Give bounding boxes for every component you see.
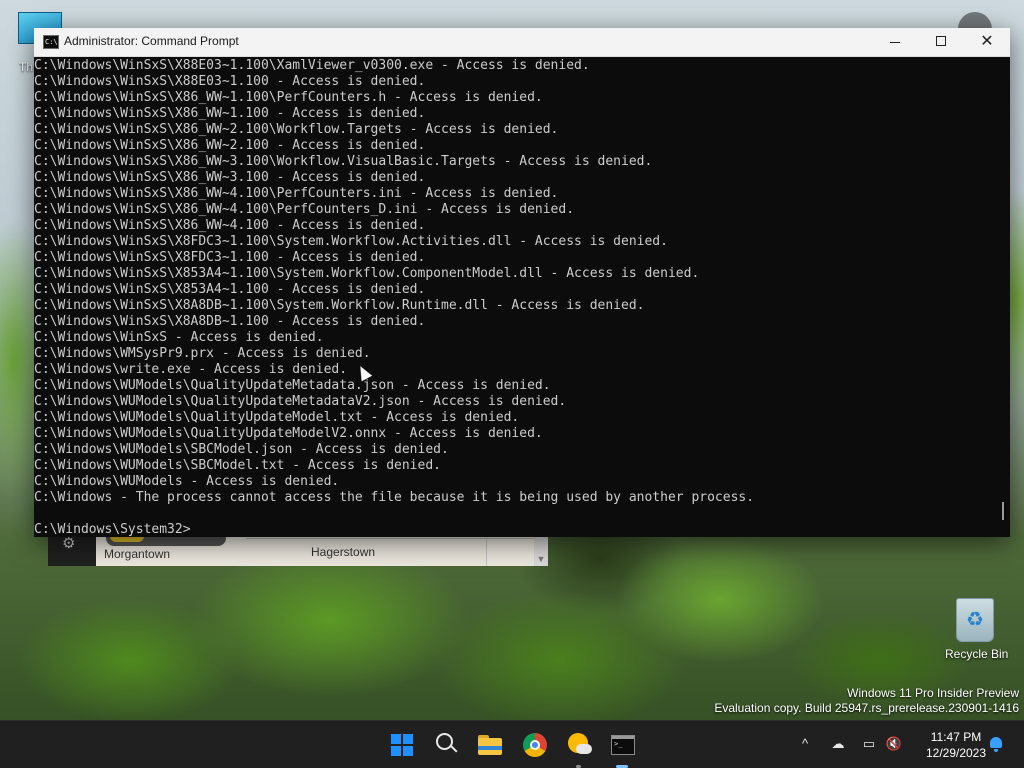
this-pc-label: Th — [19, 60, 34, 74]
chrome-button[interactable] — [517, 727, 553, 763]
console-line: C:\Windows\WinSxS\X86_WW~2.100 - Access … — [34, 138, 426, 153]
map-road — [486, 532, 487, 566]
background-window[interactable]: ⚙ Morgantown Hagerstown ▼ — [48, 532, 548, 566]
terminal-icon-prompt: >_ — [614, 740, 623, 748]
console-line: C:\Windows\WinSxS\X88E03~1.100\XamlViewe… — [34, 58, 590, 73]
console-line: C:\Windows\WinSxS\X8FDC3~1.100 - Access … — [34, 250, 426, 265]
console-line: C:\Windows\WinSxS\X8FDC3~1.100\System.Wo… — [34, 234, 668, 249]
minimize-icon — [890, 42, 900, 43]
search-button[interactable] — [428, 727, 464, 763]
clock-date: 12/29/2023 — [925, 746, 987, 760]
desktop: Th ⚙ Morgantown Hagerstown ▼ C:\ Adminis… — [0, 0, 1024, 768]
console-line: C:\Windows\WinSxS\X86_WW~2.100\Workflow.… — [34, 122, 559, 137]
start-icon — [391, 734, 413, 756]
map-road — [246, 538, 546, 539]
console-line: C:\Windows\WinSxS - Access is denied. — [34, 330, 324, 345]
map-view[interactable]: Morgantown Hagerstown ▼ — [96, 532, 548, 566]
title-bar[interactable]: C:\ Administrator: Command Prompt ✕ — [34, 28, 1010, 57]
map-scrollbar[interactable]: ▼ — [534, 532, 548, 566]
minimize-button[interactable] — [872, 28, 918, 56]
console-line: C:\Windows\WinSxS\X86_WW~3.100 - Access … — [34, 170, 426, 185]
console-line: C:\Windows\WinSxS\X88E03~1.100 - Access … — [34, 74, 426, 89]
console-line: C:\Windows\WUModels\SBCModel.txt - Acces… — [34, 458, 441, 473]
close-icon: ✕ — [980, 33, 994, 50]
weather-cloud-icon — [576, 744, 592, 754]
console-line: C:\Windows\WinSxS\X86_WW~1.100\PerfCount… — [34, 90, 543, 105]
console-line: C:\Windows\WinSxS\X8A8DB~1.100\System.Wo… — [34, 298, 645, 313]
chrome-icon-center — [530, 740, 540, 750]
console-line: C:\Windows\WinSxS\X86_WW~1.100 - Access … — [34, 106, 426, 121]
command-prompt-app-icon[interactable]: C:\ — [43, 35, 59, 49]
console-scrollbar-thumb[interactable] — [1002, 502, 1004, 520]
weather-button[interactable] — [561, 727, 597, 768]
map-label-hagerstown: Hagerstown — [311, 545, 376, 559]
console-line: C:\Windows\WinSxS\X86_WW~4.100\PerfCount… — [34, 186, 559, 201]
start-button[interactable] — [384, 727, 420, 763]
console-line: C:\Windows\WUModels\QualityUpdateMetadat… — [34, 378, 551, 393]
onedrive-icon[interactable]: ☁ — [829, 736, 847, 752]
console-line: C:\Windows\WUModels - Access is denied. — [34, 474, 340, 489]
taskbar: >_ ^ ☁ ▭ 🔇 11:47 PM 12/29/2023 — [0, 720, 1024, 768]
notification-bell-icon[interactable] — [990, 737, 1002, 748]
window-title: Administrator: Command Prompt — [64, 34, 239, 48]
console-output[interactable]: C:\Windows\WinSxS\X88E03~1.100\XamlViewe… — [34, 58, 994, 536]
terminal-icon-titlebar — [612, 736, 634, 739]
console-line: C:\Windows\WUModels\QualityUpdateMetadat… — [34, 394, 567, 409]
console-line: C:\Windows\WMSysPr9.prx - Access is deni… — [34, 346, 371, 361]
recycle-bin-icon[interactable]: ♻ — [956, 598, 994, 642]
console-line: C:\Windows\WinSxS\X8A8DB~1.100 - Access … — [34, 314, 426, 329]
taskbar-clock[interactable]: 11:47 PM 12/29/2023 — [914, 729, 998, 761]
file-explorer-button[interactable] — [472, 727, 508, 763]
console-line: C:\Windows\WinSxS\X853A4~1.100\System.Wo… — [34, 266, 700, 281]
console-line: C:\Windows\WUModels\SBCModel.json - Acce… — [34, 442, 449, 457]
console-line: C:\Windows\WinSxS\X86_WW~4.100\PerfCount… — [34, 202, 575, 217]
console-line: C:\Windows\WinSxS\X853A4~1.100 - Access … — [34, 282, 426, 297]
console-line: C:\Windows\WUModels\QualityUpdateModelV2… — [34, 426, 543, 441]
console-line: C:\Windows\write.exe - Access is denied. — [34, 362, 348, 377]
evaluation-watermark-title: Windows 11 Pro Insider Preview — [847, 686, 1019, 700]
show-hidden-icons-chevron-icon[interactable]: ^ — [796, 736, 814, 752]
scroll-down-arrow-icon[interactable]: ▼ — [534, 554, 548, 564]
network-icon[interactable]: ▭ — [860, 736, 878, 752]
console-line: C:\Windows\WUModels\QualityUpdateModel.t… — [34, 410, 520, 425]
evaluation-watermark-build: Evaluation copy. Build 25947.rs_prerelea… — [714, 701, 1019, 715]
console-line: C:\Windows\WinSxS\X86_WW~4.100 - Access … — [34, 218, 426, 233]
volume-muted-icon[interactable]: 🔇 — [885, 736, 903, 752]
search-icon-handle — [450, 745, 458, 753]
file-explorer-icon-stripe — [478, 746, 502, 750]
map-label-morgantown: Morgantown — [104, 547, 171, 561]
command-prompt-line[interactable]: C:\Windows\System32> — [34, 522, 994, 536]
maximize-button[interactable] — [918, 28, 964, 56]
console-line: C:\Windows - The process cannot access t… — [34, 490, 755, 505]
close-button[interactable]: ✕ — [964, 28, 1010, 56]
clock-time: 11:47 PM — [930, 730, 982, 744]
terminal-button[interactable]: >_ — [604, 727, 640, 768]
maximize-icon — [936, 36, 946, 46]
command-prompt-window[interactable]: C:\ Administrator: Command Prompt ✕ C:\W… — [34, 28, 1010, 537]
console-line: C:\Windows\WinSxS\X86_WW~3.100\Workflow.… — [34, 154, 653, 169]
recycle-bin-label: Recycle Bin — [945, 647, 1009, 661]
